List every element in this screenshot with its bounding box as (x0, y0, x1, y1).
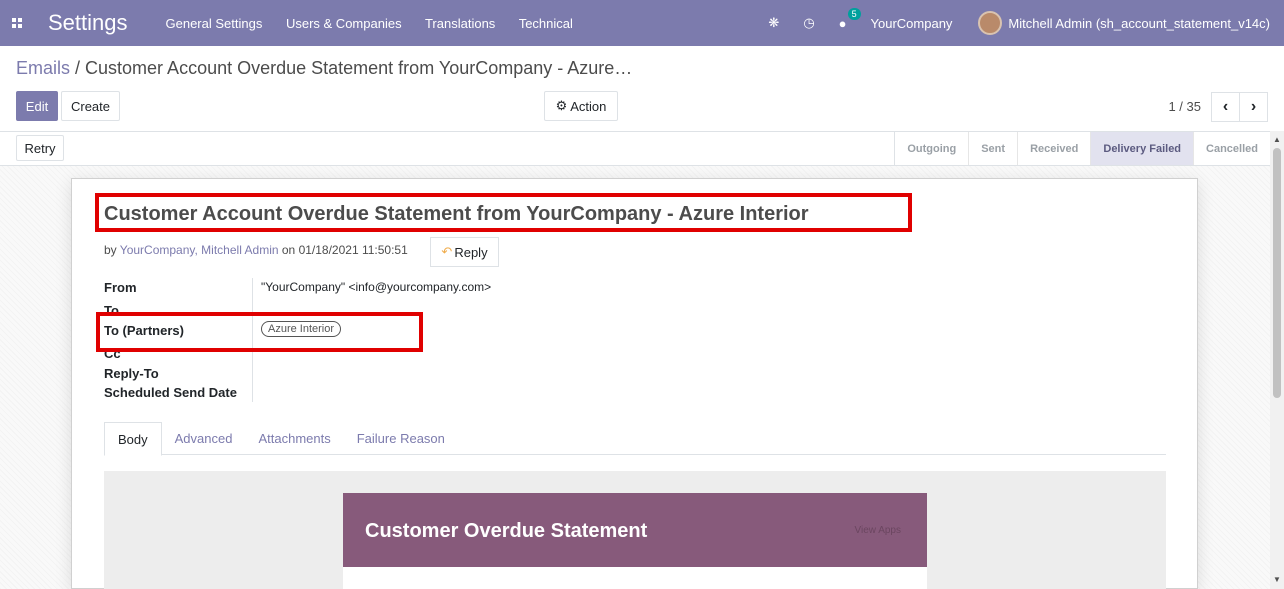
menu-translations[interactable]: Translations (425, 16, 495, 31)
breadcrumb-current: Customer Account Overdue Statement from … (85, 58, 633, 78)
stage-outgoing: Outgoing (907, 142, 957, 155)
tab-failure-reason[interactable]: Failure Reason (344, 422, 458, 455)
stage-pipeline: Outgoing Sent Received Delivery Failed C… (894, 132, 1270, 165)
reply-button[interactable]: ↶ Reply (430, 237, 499, 267)
scheduled-send-date-label: Scheduled Send Date (104, 385, 237, 400)
main-menu: General Settings Users & Companies Trans… (166, 16, 593, 31)
from-value: "YourCompany" <info@yourcompany.com> (261, 280, 492, 294)
email-byline: by YourCompany, Mitchell Admin on 01/18/… (104, 243, 408, 257)
create-button[interactable]: Create (61, 91, 120, 121)
retry-button[interactable]: Retry (16, 135, 64, 161)
stage-cancelled: Cancelled (1193, 132, 1270, 165)
scroll-up-icon[interactable]: ▲ (1273, 135, 1281, 144)
activity-clock-icon[interactable]: ◷ (803, 15, 814, 31)
reply-label: Reply (454, 244, 488, 260)
stage-sent: Sent (968, 132, 1017, 165)
pager-previous-button[interactable]: ‹ (1211, 92, 1240, 122)
stage-received: Received (1017, 132, 1090, 165)
from-label: From (104, 280, 137, 295)
email-header: Customer Overdue Statement View Apps (343, 493, 927, 567)
reply-to-label: Reply-To (104, 366, 159, 381)
breadcrumb-parent[interactable]: Emails (16, 58, 70, 78)
email-preview-link[interactable]: View Apps (854, 525, 901, 536)
reply-icon: ↶ (441, 244, 453, 259)
pager-next-button[interactable]: › (1239, 92, 1268, 122)
navbar-systray: ❋ ◷ ● 5 YourCompany Mitchell Admin (sh_ac… (768, 0, 1284, 46)
byline-date: on 01/18/2021 11:50:51 (278, 243, 408, 257)
chat-icon[interactable]: ● 5 (839, 7, 861, 31)
email-preview-title: Customer Overdue Statement (365, 520, 648, 542)
action-label: Action (570, 98, 607, 114)
partner-highlight-box (96, 312, 423, 352)
action-button[interactable]: ⚙ Action (544, 91, 618, 121)
cc-label: Cc (104, 351, 121, 360)
chevron-left-icon: ‹ (1222, 98, 1229, 115)
scrollbar-thumb[interactable] (1273, 148, 1281, 398)
chevron-right-icon: › (1250, 98, 1257, 115)
message-count-badge: 5 (847, 7, 861, 20)
breadcrumb: Emails / Customer Account Overdue Statem… (16, 58, 632, 79)
menu-general-settings[interactable]: General Settings (166, 16, 263, 31)
apps-menu-icon[interactable] (0, 0, 34, 46)
user-menu[interactable]: Mitchell Admin (sh_account_statement_v14… (1008, 16, 1270, 31)
avatar[interactable] (978, 11, 1003, 35)
byline-authors[interactable]: YourCompany, Mitchell Admin (120, 243, 279, 257)
subject-highlight-box (95, 193, 912, 232)
tab-advanced[interactable]: Advanced (162, 422, 246, 455)
statusbar: Retry Outgoing Sent Received Delivery Fa… (0, 131, 1270, 166)
breadcrumb-separator: / (70, 58, 86, 78)
company-switcher[interactable]: YourCompany (871, 16, 953, 31)
stage-delivery-failed: Delivery Failed (1090, 132, 1194, 165)
menu-users-companies[interactable]: Users & Companies (286, 16, 402, 31)
scroll-down-icon[interactable]: ▼ (1273, 575, 1281, 584)
pager-value[interactable]: 1 / 35 (1168, 99, 1201, 114)
edit-button[interactable]: Edit (16, 91, 58, 121)
scrollbar[interactable]: ▲ ▼ (1270, 131, 1284, 589)
gear-icon: ⚙ (555, 98, 568, 113)
top-navbar: Settings General Settings Users & Compan… (0, 0, 1284, 46)
menu-technical[interactable]: Technical (519, 16, 573, 31)
notebook-tabs: Body Advanced Attachments Failure Reason (104, 422, 1166, 456)
tab-attachments[interactable]: Attachments (245, 422, 343, 455)
byline-prefix: by (104, 243, 120, 257)
tab-body[interactable]: Body (104, 422, 162, 456)
app-name[interactable]: Settings (48, 10, 128, 36)
bug-icon[interactable]: ❋ (768, 15, 779, 31)
